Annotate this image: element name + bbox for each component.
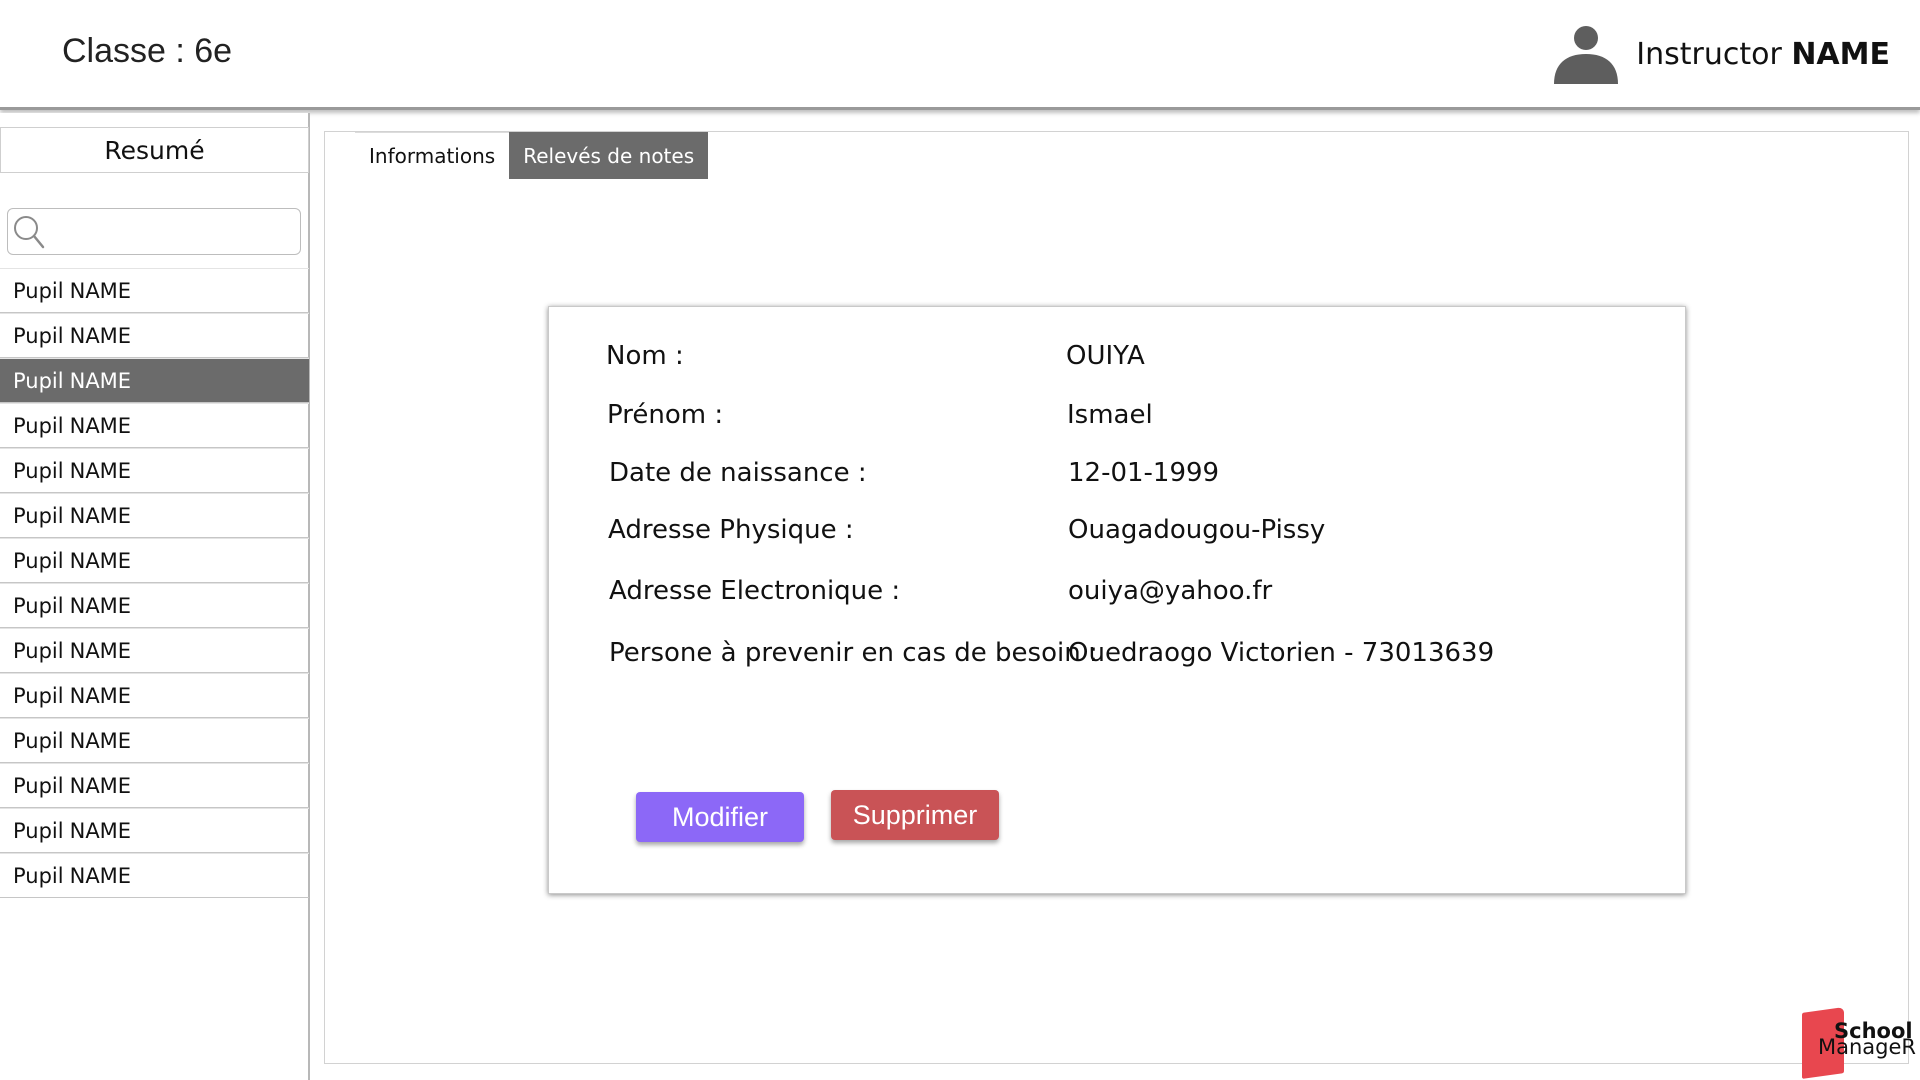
pupil-first-name: Pupil	[13, 773, 64, 798]
pupil-list-item[interactable]: Pupil NAME	[0, 538, 309, 583]
info-label: Persone à prevenir en cas de besoin :	[609, 638, 1098, 668]
pupil-list-item[interactable]: Pupil NAME	[0, 628, 309, 673]
pupil-last-name: NAME	[69, 458, 132, 483]
pupil-list-item[interactable]: Pupil NAME	[0, 673, 309, 718]
pupil-last-name: NAME	[69, 638, 132, 663]
pupil-list-item[interactable]: Pupil NAME	[0, 808, 309, 853]
pupil-last-name: NAME	[69, 728, 132, 753]
pupil-first-name: Pupil	[13, 728, 64, 753]
search-box[interactable]	[7, 208, 301, 255]
pupil-last-name: NAME	[69, 773, 132, 798]
pupil-list-item[interactable]: Pupil NAME	[0, 583, 309, 628]
info-row: Adresse Physique : Ouagadougou-Pissy	[549, 515, 1687, 555]
main-panel: Informations Relevés de notes Modifier Su…	[324, 131, 1909, 1064]
school-manager-logo: School ManageR	[1800, 1007, 1920, 1080]
pupil-first-name: Pupil	[13, 458, 64, 483]
pupil-first-name: Pupil	[13, 278, 64, 303]
tab-releves-de-notes[interactable]: Relevés de notes	[509, 132, 709, 179]
pupil-last-name: NAME	[69, 413, 132, 438]
pupil-last-name: NAME	[69, 593, 132, 618]
pupil-first-name: Pupil	[13, 638, 64, 663]
modify-button[interactable]: Modifier	[636, 792, 804, 842]
pupil-last-name: NAME	[69, 818, 132, 843]
sidebar-title: Resumé	[0, 127, 309, 173]
pupil-first-name: Pupil	[13, 323, 64, 348]
student-info-card: Modifier Supprimer Nom : OUIYA Prénom : Ism…	[548, 306, 1686, 894]
pupil-sidebar: Resumé Pupil NAME Pupil NAME Pupil NAME Pupil N…	[0, 113, 310, 1080]
search-icon	[14, 215, 45, 248]
tab-informations[interactable]: Informations	[355, 132, 510, 179]
pupil-first-name: Pupil	[13, 503, 64, 528]
pupil-first-name: Pupil	[13, 818, 64, 843]
pupil-list-item[interactable]: Pupil NAME	[0, 358, 309, 403]
info-row: Prénom : Ismael	[549, 400, 1687, 440]
info-row: Date de naissance : 12-01-1999	[549, 458, 1687, 498]
pupil-list-item[interactable]: Pupil NAME	[0, 313, 309, 358]
pupil-last-name: NAME	[69, 368, 132, 393]
tab-bar: Informations Relevés de notes	[355, 132, 709, 179]
logo-text-line2: ManageR	[1818, 1035, 1917, 1059]
pupil-last-name: NAME	[69, 503, 132, 528]
pupil-last-name: NAME	[69, 548, 132, 573]
info-value: ouiya@yahoo.fr	[1068, 576, 1273, 606]
user-profile[interactable]: Instructor NAME	[1552, 24, 1890, 84]
info-value: 12-01-1999	[1068, 458, 1220, 488]
pupil-last-name: NAME	[69, 323, 132, 348]
pupil-list-item[interactable]: Pupil NAME	[0, 403, 309, 448]
info-row: Nom : OUIYA	[549, 341, 1687, 381]
pupil-list-item[interactable]: Pupil NAME	[0, 448, 309, 493]
info-row: Adresse Electronique : ouiya@yahoo.fr	[549, 576, 1687, 616]
info-label: Date de naissance :	[609, 458, 867, 488]
pupil-first-name: Pupil	[13, 413, 64, 438]
info-value: Ouedraogo Victorien - 73013639	[1068, 638, 1495, 668]
top-bar: Classe : 6e Instructor NAME	[0, 0, 1920, 110]
info-row: Persone à prevenir en cas de besoin : Oue…	[549, 638, 1687, 678]
delete-button[interactable]: Supprimer	[831, 790, 999, 840]
pupil-last-name: NAME	[69, 863, 132, 888]
pupil-list-item[interactable]: Pupil NAME	[0, 268, 309, 313]
class-title: Classe : 6e	[62, 32, 233, 70]
info-value: Ouagadougou-Pissy	[1068, 515, 1326, 545]
info-value: OUIYA	[1066, 341, 1145, 371]
pupil-list-item[interactable]: Pupil NAME	[0, 763, 309, 808]
pupil-first-name: Pupil	[13, 863, 64, 888]
instructor-last-name: NAME	[1791, 36, 1890, 72]
pupil-list-item[interactable]: Pupil NAME	[0, 853, 309, 898]
instructor-role: Instructor	[1636, 36, 1782, 72]
pupil-first-name: Pupil	[13, 368, 64, 393]
pupil-last-name: NAME	[69, 278, 132, 303]
info-label: Adresse Electronique :	[609, 576, 901, 606]
pupil-list: Pupil NAME Pupil NAME Pupil NAME Pupil NAME Pupi…	[0, 268, 309, 898]
search-input[interactable]	[46, 211, 300, 252]
pupil-list-item[interactable]: Pupil NAME	[0, 493, 309, 538]
user-avatar-icon	[1554, 26, 1619, 84]
pupil-last-name: NAME	[69, 683, 132, 708]
instructor-name: Instructor NAME	[1636, 37, 1890, 72]
pupil-list-item[interactable]: Pupil NAME	[0, 718, 309, 763]
info-value: Ismael	[1067, 400, 1153, 430]
info-label: Prénom :	[607, 400, 724, 430]
pupil-first-name: Pupil	[13, 683, 64, 708]
pupil-first-name: Pupil	[13, 593, 64, 618]
info-label: Nom :	[606, 341, 684, 371]
info-label: Adresse Physique :	[608, 515, 854, 545]
pupil-first-name: Pupil	[13, 548, 64, 573]
